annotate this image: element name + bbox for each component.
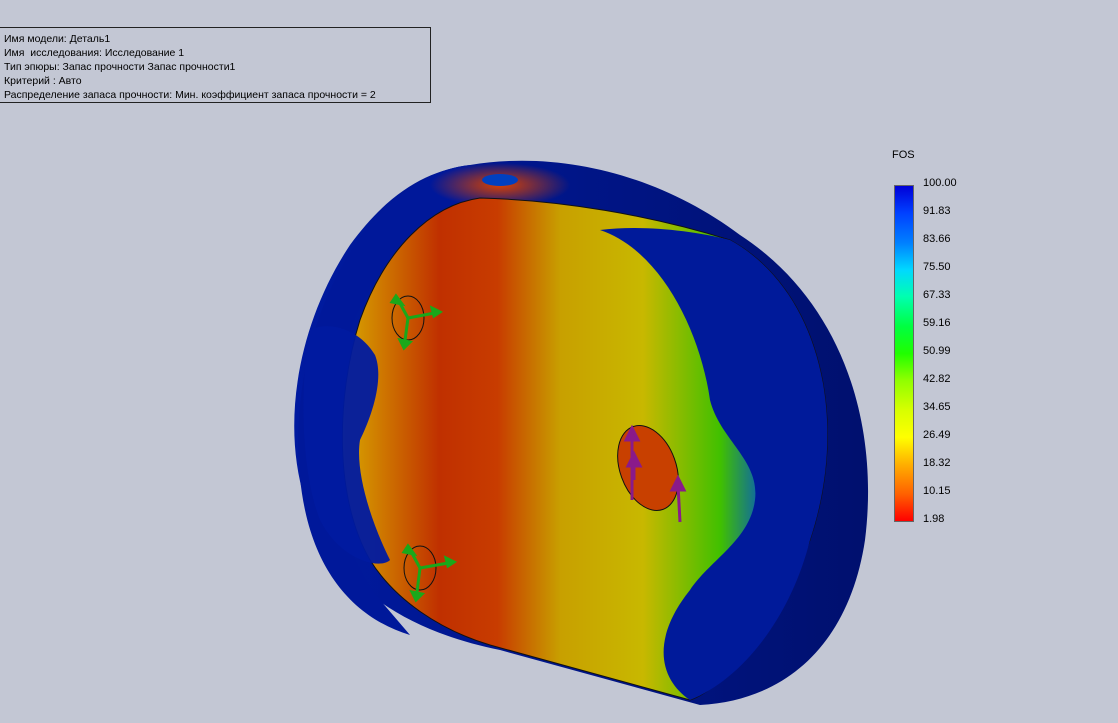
legend-label: 100.00	[923, 177, 957, 189]
legend-label: 83.66	[923, 233, 951, 245]
legend-label: 42.82	[923, 373, 951, 385]
legend-label: 34.65	[923, 401, 951, 413]
legend-title: FOS	[892, 149, 915, 161]
plot-type-line: Тип эпюры: Запас прочности Запас прочнос…	[4, 61, 236, 73]
legend-label: 75.50	[923, 261, 951, 273]
legend-label: 91.83	[923, 205, 951, 217]
legend-label: 50.99	[923, 345, 951, 357]
legend-color-bar[interactable]	[894, 185, 914, 522]
rim-cool-spot	[482, 174, 518, 186]
legend-label: 1.98	[923, 513, 945, 525]
legend-label: 59.16	[923, 317, 951, 329]
model-name-line: Имя модели: Деталь1	[4, 33, 111, 45]
legend-label: 18.32	[923, 457, 951, 469]
study-name-line: Имя исследования: Исследование 1	[4, 47, 185, 59]
criterion-line: Критерий : Авто	[4, 75, 82, 87]
study-info-box: Имя модели: Деталь1 Имя исследования: Ис…	[0, 27, 431, 103]
legend-label: 26.49	[923, 429, 951, 441]
fos-distribution-line: Распределение запаса прочности: Мин. коэ…	[4, 89, 376, 101]
legend-label: 67.33	[923, 289, 951, 301]
graphics-viewport[interactable]: Имя модели: Деталь1 Имя исследования: Ис…	[0, 0, 1118, 723]
fos-plot-model[interactable]	[0, 0, 1118, 723]
legend-label: 10.15	[923, 485, 951, 497]
